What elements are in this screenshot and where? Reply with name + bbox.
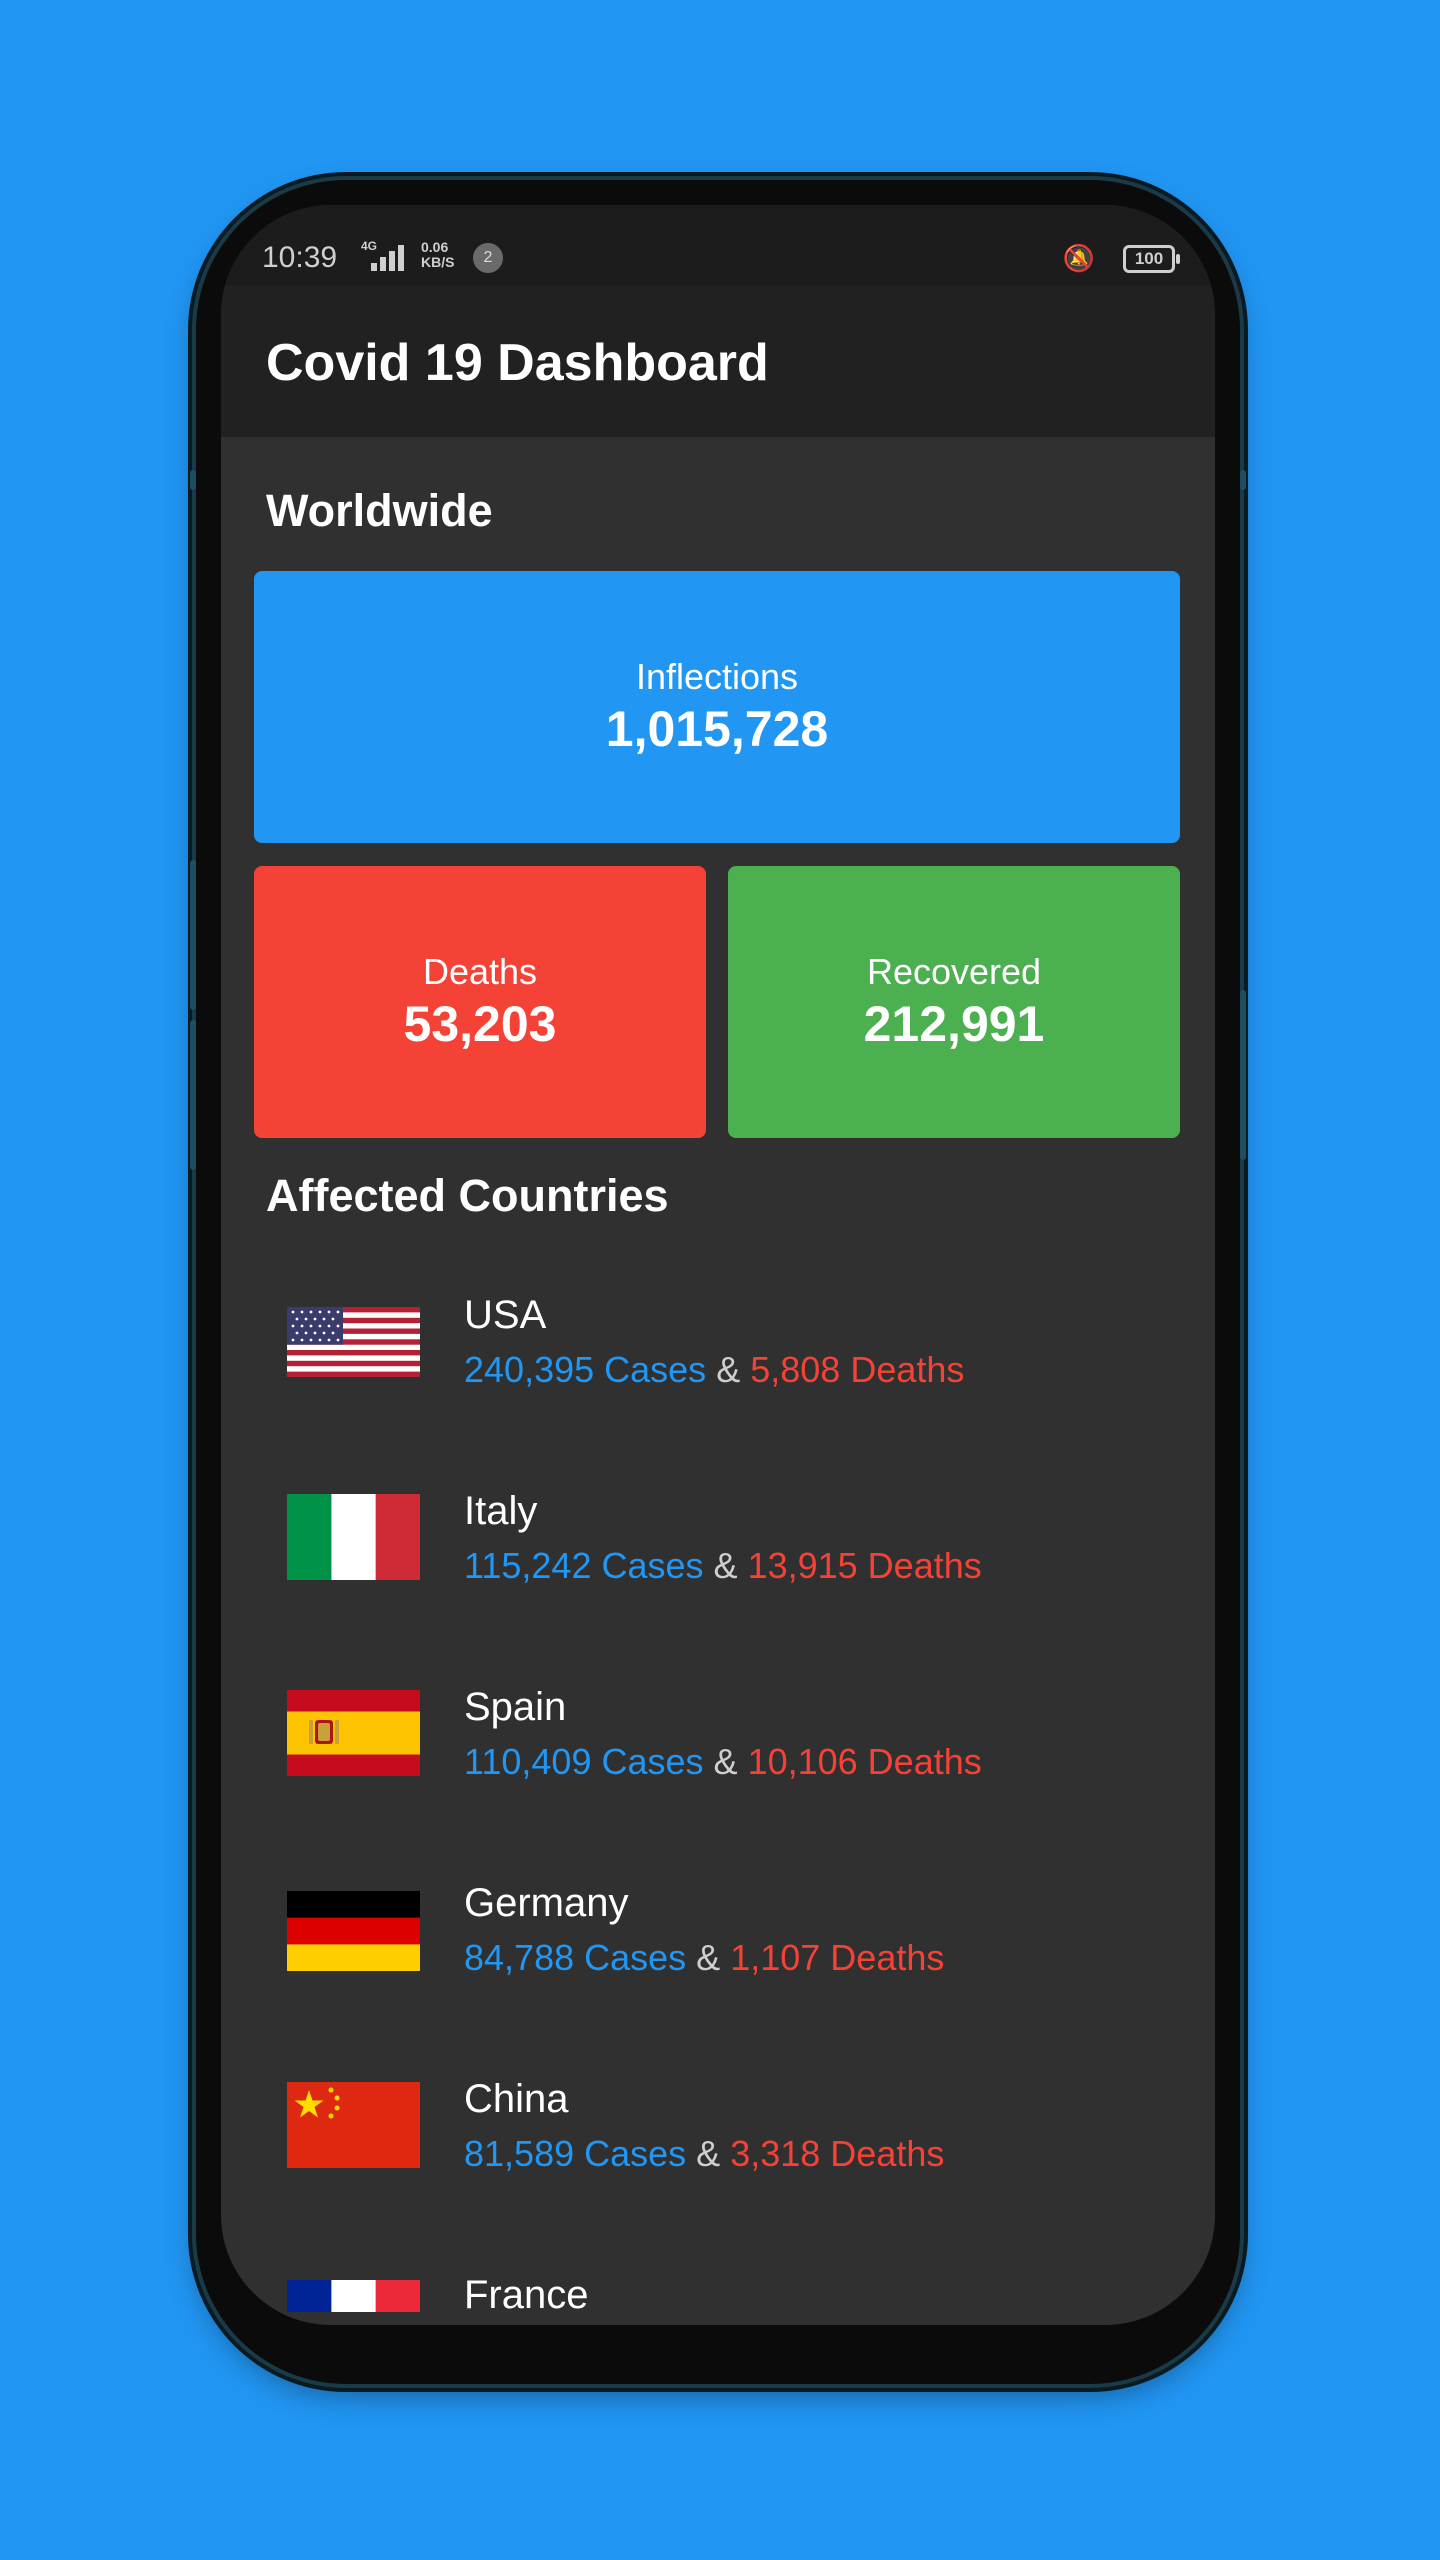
country-name: France [464, 2273, 589, 2317]
affected-countries-title: Affected Countries [266, 1170, 669, 1221]
side-button [1240, 990, 1246, 1160]
china-flag-icon [287, 2082, 420, 2168]
stats-separator: & [696, 2133, 721, 2174]
network-speed-value: 0.06 [421, 239, 449, 255]
country-deaths: 5,808 Deaths [750, 1349, 965, 1390]
stats-separator: & [696, 1937, 721, 1978]
country-row-spain[interactable]: Spain 110,409 Cases & 10,106 Deaths [221, 1667, 1215, 1817]
country-name: China [464, 2077, 569, 2121]
country-cases: 115,242 Cases [464, 1545, 704, 1586]
country-deaths: 3,318 Deaths [730, 2133, 945, 2174]
notification-count-badge: 2 [473, 243, 503, 273]
worldwide-title: Worldwide [266, 485, 493, 536]
power-button [190, 1020, 196, 1170]
status-time: 10:39 [262, 241, 338, 274]
spain-flag-icon [287, 1690, 420, 1776]
country-stats: 81,589 Cases & 3,318 Deaths [464, 2133, 944, 2175]
signal-icon [371, 245, 404, 271]
app-screen: 10:39 4G 0.06 KB/S 2 🔕 100 Covid 19 Dash… [221, 205, 1215, 2325]
infections-value: 1,015,728 [605, 701, 829, 757]
country-name: Italy [464, 1489, 538, 1533]
infections-card[interactable]: Inflections 1,015,728 [254, 571, 1180, 843]
country-name: Spain [464, 1685, 567, 1729]
side-button [1240, 470, 1246, 490]
battery-icon: 100 [1123, 245, 1180, 273]
country-cases: 84,788 Cases [464, 1937, 687, 1978]
volume-button [190, 860, 196, 1010]
side-button [190, 470, 196, 490]
stats-separator: & [713, 1545, 738, 1586]
deaths-label: Deaths [422, 951, 538, 992]
deaths-card[interactable]: Deaths 53,203 [254, 866, 706, 1138]
country-stats: 110,409 Cases & 10,106 Deaths [464, 1741, 982, 1783]
country-row-usa[interactable]: USA 240,395 Cases & 5,808 Deaths [221, 1275, 1215, 1425]
country-cases: 81,589 Cases [464, 2133, 687, 2174]
country-row-germany[interactable]: Germany 84,788 Cases & 1,107 Deaths [221, 1863, 1215, 2013]
country-deaths: 10,106 Deaths [747, 1741, 982, 1782]
country-name: Germany [464, 1881, 629, 1925]
country-stats: 115,242 Cases & 13,915 Deaths [464, 1545, 982, 1587]
country-row-france[interactable]: France [221, 2255, 1215, 2325]
recovered-label: Recovered [866, 951, 1042, 992]
country-cases: 110,409 Cases [464, 1741, 704, 1782]
italy-flag-icon [287, 1494, 420, 1580]
app-title: Covid 19 Dashboard [266, 334, 769, 392]
usa-flag-icon [287, 1307, 420, 1393]
country-row-italy[interactable]: Italy 115,242 Cases & 13,915 Deaths [221, 1471, 1215, 1621]
country-deaths: 1,107 Deaths [730, 1937, 945, 1978]
vibrate-mute-icon: 🔕 [1062, 243, 1095, 273]
country-stats: 240,395 Cases & 5,808 Deaths [464, 1349, 964, 1391]
country-cases: 240,395 Cases [464, 1349, 707, 1390]
france-flag-icon [287, 2280, 420, 2312]
country-deaths: 13,915 Deaths [747, 1545, 982, 1586]
recovered-value: 212,991 [863, 996, 1045, 1052]
network-speed-unit: KB/S [421, 254, 455, 270]
country-row-china[interactable]: China 81,589 Cases & 3,318 Deaths [221, 2059, 1215, 2209]
network-speed: 0.06 KB/S [421, 240, 454, 270]
country-name: USA [464, 1293, 547, 1337]
status-bar: 10:39 4G 0.06 KB/S 2 🔕 100 [221, 205, 1215, 285]
deaths-value: 53,203 [403, 996, 557, 1052]
stats-separator: & [713, 1741, 738, 1782]
germany-flag-icon [287, 1891, 420, 1977]
infections-label: Inflections [635, 656, 799, 697]
country-stats: 84,788 Cases & 1,107 Deaths [464, 1937, 944, 1979]
recovered-card[interactable]: Recovered 212,991 [728, 866, 1180, 1138]
stats-separator: & [716, 1349, 741, 1390]
app-bar: Covid 19 Dashboard [221, 285, 1215, 437]
